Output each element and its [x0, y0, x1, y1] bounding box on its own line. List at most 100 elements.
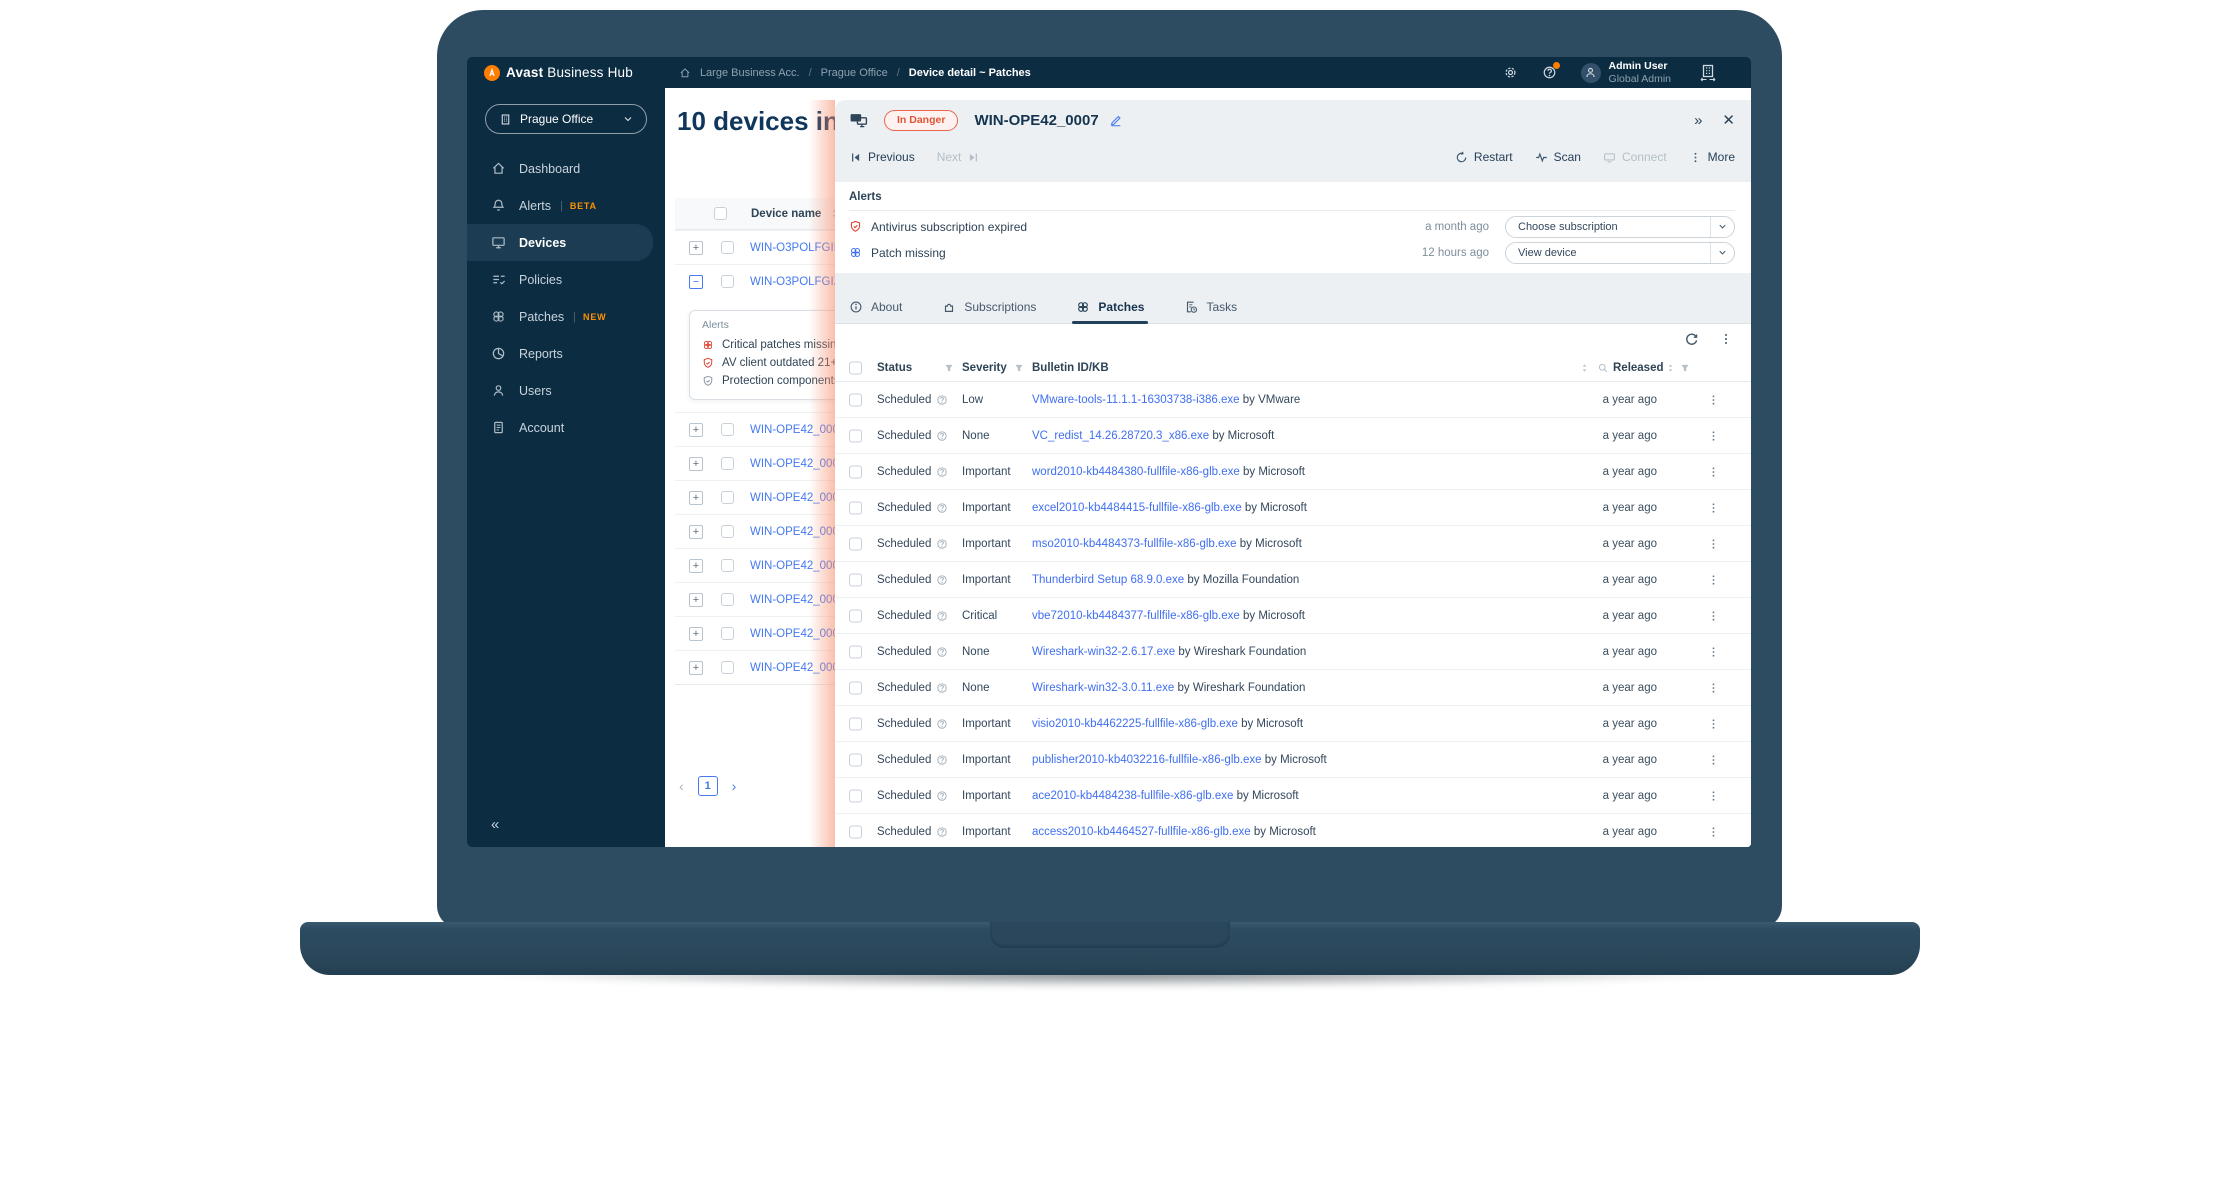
- more-button[interactable]: More: [1689, 150, 1735, 164]
- settings-gear-icon[interactable]: [1503, 65, 1518, 80]
- restart-button[interactable]: Restart: [1455, 150, 1513, 164]
- status-help-icon[interactable]: [936, 718, 948, 730]
- status-help-icon[interactable]: [936, 502, 948, 514]
- avatar[interactable]: [1580, 62, 1601, 83]
- bulletin-link[interactable]: VC_redist_14.26.28720.3_x86.exe: [1032, 430, 1209, 442]
- row-menu-kebab-icon[interactable]: [1707, 537, 1720, 550]
- tab-tasks[interactable]: Tasks: [1184, 291, 1237, 323]
- user-info[interactable]: Admin User Global Admin: [1609, 60, 1671, 85]
- status-help-icon[interactable]: [936, 430, 948, 442]
- page-previous-button[interactable]: ‹: [679, 778, 684, 794]
- row-checkbox[interactable]: [849, 393, 862, 406]
- row-menu-kebab-icon[interactable]: [1707, 681, 1720, 694]
- bulletin-link[interactable]: Thunderbird Setup 68.9.0.exe: [1032, 574, 1184, 586]
- filter-icon[interactable]: [943, 362, 955, 374]
- row-checkbox[interactable]: [721, 457, 734, 470]
- site-selector[interactable]: Prague Office: [485, 104, 647, 134]
- sidebar-collapse-button[interactable]: «: [491, 816, 499, 833]
- bulletin-link[interactable]: word2010-kb4484380-fullfile-x86-glb.exe: [1032, 466, 1240, 478]
- panel-close-button[interactable]: ✕: [1722, 111, 1735, 129]
- row-menu-kebab-icon[interactable]: [1707, 825, 1720, 838]
- row-checkbox[interactable]: [849, 789, 862, 802]
- alert-action-dropdown[interactable]: Choose subscription: [1505, 215, 1735, 238]
- filter-icon[interactable]: [1679, 362, 1691, 374]
- row-checkbox[interactable]: [721, 525, 734, 538]
- edit-icon[interactable]: [1109, 113, 1123, 127]
- row-checkbox[interactable]: [849, 681, 862, 694]
- bulletin-link[interactable]: Wireshark-win32-2.6.17.exe: [1032, 646, 1175, 658]
- expand-button[interactable]: +: [689, 240, 703, 255]
- row-menu-kebab-icon[interactable]: [1707, 717, 1720, 730]
- help-icon[interactable]: [1542, 62, 1560, 80]
- page-next-button[interactable]: ›: [732, 778, 737, 794]
- status-help-icon[interactable]: [936, 646, 948, 658]
- panel-collapse-button[interactable]: »: [1694, 112, 1702, 129]
- tab-about[interactable]: About: [849, 291, 902, 323]
- expand-button[interactable]: +: [689, 626, 703, 641]
- expand-button[interactable]: +: [689, 592, 703, 607]
- row-checkbox[interactable]: [849, 465, 862, 478]
- bulletin-link[interactable]: Wireshark-win32-3.0.11.exe: [1032, 682, 1174, 694]
- page-number-button[interactable]: 1: [697, 776, 718, 796]
- bulletin-link[interactable]: visio2010-kb4462225-fullfile-x86-glb.exe: [1032, 718, 1238, 730]
- expand-button[interactable]: +: [689, 456, 703, 471]
- status-help-icon[interactable]: [936, 394, 948, 406]
- tab-patches[interactable]: Patches: [1072, 291, 1149, 324]
- row-checkbox[interactable]: [721, 661, 734, 674]
- breadcrumb-group[interactable]: Prague Office: [821, 67, 888, 79]
- row-checkbox[interactable]: [849, 717, 862, 730]
- status-help-icon[interactable]: [936, 682, 948, 694]
- expand-button[interactable]: +: [689, 422, 703, 437]
- row-checkbox[interactable]: [721, 593, 734, 606]
- row-checkbox[interactable]: [849, 645, 862, 658]
- sidebar-item-policies[interactable]: Policies: [467, 261, 665, 298]
- row-checkbox[interactable]: [721, 423, 734, 436]
- company-switcher-icon[interactable]: [1699, 64, 1717, 82]
- expand-button[interactable]: +: [689, 660, 703, 675]
- filter-icon[interactable]: [1013, 362, 1025, 374]
- sidebar-item-alerts[interactable]: Alerts | BETA: [467, 187, 665, 224]
- row-checkbox[interactable]: [849, 429, 862, 442]
- row-checkbox[interactable]: [849, 825, 862, 838]
- row-menu-kebab-icon[interactable]: [1707, 789, 1720, 802]
- sidebar-item-reports[interactable]: Reports: [467, 335, 665, 372]
- scan-button[interactable]: Scan: [1535, 150, 1581, 164]
- row-menu-kebab-icon[interactable]: [1707, 753, 1720, 766]
- row-checkbox[interactable]: [849, 537, 862, 550]
- row-checkbox[interactable]: [849, 753, 862, 766]
- table-menu-kebab-icon[interactable]: [1719, 332, 1733, 346]
- row-checkbox[interactable]: [721, 275, 734, 288]
- bulletin-link[interactable]: mso2010-kb4484373-fullfile-x86-glb.exe: [1032, 538, 1237, 550]
- connect-button[interactable]: Connect: [1603, 150, 1667, 164]
- tab-subscriptions[interactable]: Subscriptions: [942, 291, 1036, 323]
- bulletin-link[interactable]: vbe72010-kb4484377-fullfile-x86-glb.exe: [1032, 610, 1240, 622]
- row-checkbox[interactable]: [721, 241, 734, 254]
- row-menu-kebab-icon[interactable]: [1707, 645, 1720, 658]
- row-menu-kebab-icon[interactable]: [1707, 501, 1720, 514]
- sort-icon[interactable]: [1579, 362, 1590, 373]
- sort-icon[interactable]: [1665, 362, 1676, 373]
- row-checkbox[interactable]: [721, 491, 734, 504]
- sidebar-item-patches[interactable]: Patches | NEW: [467, 298, 665, 335]
- row-checkbox[interactable]: [849, 501, 862, 514]
- collapse-button[interactable]: −: [689, 274, 703, 289]
- expand-button[interactable]: +: [689, 558, 703, 573]
- sidebar-item-devices[interactable]: Devices: [467, 224, 653, 261]
- expand-button[interactable]: +: [689, 490, 703, 505]
- select-all-checkbox[interactable]: [714, 207, 727, 220]
- row-menu-kebab-icon[interactable]: [1707, 609, 1720, 622]
- row-menu-kebab-icon[interactable]: [1707, 465, 1720, 478]
- breadcrumb-root[interactable]: Large Business Acc.: [700, 67, 800, 79]
- row-checkbox[interactable]: [721, 627, 734, 640]
- previous-device-button[interactable]: Previous: [849, 150, 915, 164]
- next-device-button[interactable]: Next: [937, 150, 981, 164]
- expand-button[interactable]: +: [689, 524, 703, 539]
- refresh-icon[interactable]: [1684, 332, 1699, 347]
- status-help-icon[interactable]: [936, 466, 948, 478]
- bulletin-link[interactable]: ace2010-kb4484238-fullfile-x86-glb.exe: [1032, 790, 1233, 802]
- select-all-checkbox[interactable]: [849, 361, 862, 374]
- bulletin-link[interactable]: publisher2010-kb4032216-fullfile-x86-glb…: [1032, 754, 1262, 766]
- status-help-icon[interactable]: [936, 610, 948, 622]
- sidebar-item-dashboard[interactable]: Dashboard: [467, 150, 665, 187]
- bulletin-link[interactable]: excel2010-kb4484415-fullfile-x86-glb.exe: [1032, 502, 1242, 514]
